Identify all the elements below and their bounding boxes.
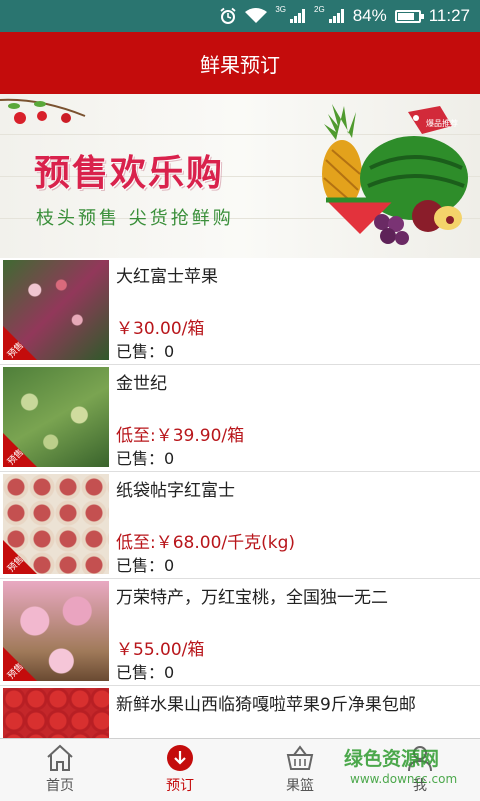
net-2g-label: 2G xyxy=(314,4,325,14)
battery-percent: 84% xyxy=(352,6,387,25)
product-name: 大红富士苹果 xyxy=(116,267,218,287)
page-title: 鲜果预订 xyxy=(200,52,280,77)
product-image: 预售 xyxy=(3,581,109,681)
product-item[interactable]: 预售 万荣特产，万红宝桃，全国独一无二 ￥55.00/箱 已售：0 xyxy=(0,579,480,686)
product-image: 预售 xyxy=(3,474,109,574)
product-price: ￥30.00/箱 xyxy=(116,319,205,339)
battery-icon xyxy=(394,9,424,23)
product-sold: 已售：0 xyxy=(116,556,175,575)
status-bar: 3G 2G 84% 11:27 xyxy=(0,0,480,32)
product-price: ￥55.00/箱 xyxy=(116,640,205,660)
wifi-icon xyxy=(245,8,268,23)
battery-fill xyxy=(397,12,415,20)
signal-3g-icon xyxy=(290,9,306,23)
product-sold: 已售：0 xyxy=(116,449,175,468)
fruit-illustration: 爆品推荐 xyxy=(322,104,468,245)
watermark-text: 绿色资源网 xyxy=(344,748,440,770)
tab-basket-label: 果篮 xyxy=(286,778,314,794)
status-icons: 3G 2G 84% 11:27 xyxy=(219,4,470,28)
product-price: 低至:￥39.90/箱 xyxy=(116,426,245,446)
promo-tag-label: 爆品推荐 xyxy=(426,118,458,128)
product-name: 纸袋帖字红富士 xyxy=(116,481,235,501)
product-sold: 已售：0 xyxy=(116,342,175,361)
clock: 11:27 xyxy=(428,6,470,25)
product-name: 金世纪 xyxy=(116,374,167,394)
tab-home[interactable]: 首页 xyxy=(0,739,120,801)
order-icon xyxy=(167,745,193,771)
net-3g-label: 3G xyxy=(275,4,287,14)
product-image: 预售 xyxy=(3,260,109,360)
app-bar: 鲜果预订 xyxy=(0,32,480,94)
product-item[interactable]: 预售 大红富士苹果 ￥30.00/箱 已售：0 xyxy=(0,258,480,365)
tab-order[interactable]: 预订 xyxy=(120,739,240,801)
basket-icon xyxy=(286,745,314,770)
alarm-icon xyxy=(220,7,236,24)
product-image: 预售 xyxy=(3,367,109,467)
product-item[interactable]: 预售 金世纪 低至:￥39.90/箱 已售：0 xyxy=(0,365,480,472)
apple-branch-illustration xyxy=(0,98,86,124)
product-sold: 已售：0 xyxy=(116,663,175,682)
product-price: 低至:￥68.00/千克(kg) xyxy=(116,533,296,553)
signal-2g-icon xyxy=(328,9,344,23)
product-item[interactable]: 预售 纸袋帖字红富士 低至:￥68.00/千克(kg) 已售：0 xyxy=(0,472,480,579)
product-name: 万荣特产，万红宝桃，全国独一无二 xyxy=(116,588,388,608)
product-list: 预售 大红富士苹果 ￥30.00/箱 已售：0 预售 金世纪 低至:￥39.90… xyxy=(0,258,480,793)
home-icon xyxy=(47,744,73,771)
watermark-url: www.downcc.com xyxy=(350,772,458,786)
tab-home-label: 首页 xyxy=(46,778,74,794)
banner-subline: 枝头预售 尖货抢鲜购 xyxy=(36,208,234,229)
tab-basket[interactable]: 果篮 xyxy=(240,739,360,801)
tab-order-label: 预订 xyxy=(166,778,194,794)
promo-banner[interactable]: 预售欢乐购 枝头预售 尖货抢鲜购 爆品推荐 xyxy=(0,94,480,258)
banner-headline: 预售欢乐购 xyxy=(34,152,225,194)
product-name: 新鲜水果山西临猗嘎啦苹果9斤净果包邮 xyxy=(116,695,416,715)
